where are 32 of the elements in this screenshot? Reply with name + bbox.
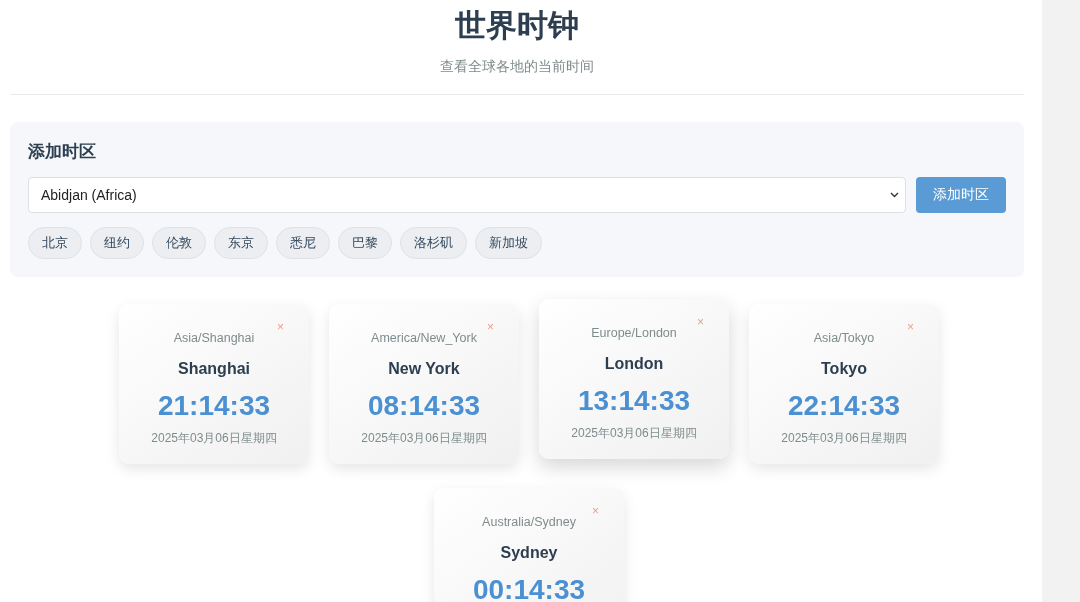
clock-date: 2025年03月06日星期四: [571, 425, 697, 442]
city-chip[interactable]: 新加坡: [475, 227, 542, 259]
page-subtitle: 查看全球各地的当前时间: [440, 58, 594, 76]
clock-date: 2025年03月06日星期四: [361, 430, 487, 447]
city-name: New York: [388, 360, 460, 378]
city-chip[interactable]: 伦敦: [152, 227, 206, 259]
city-chip[interactable]: 纽约: [90, 227, 144, 259]
timezone-select[interactable]: Abidjan (Africa): [28, 177, 906, 213]
clock-time: 13:14:33: [577, 385, 691, 417]
page-title: 世界时钟: [455, 7, 579, 45]
chevron-down-icon: [890, 192, 899, 198]
clock-time: 00:14:33: [472, 574, 586, 602]
city-name: Sydney: [500, 544, 558, 562]
clock-time: 08:14:33: [367, 390, 481, 422]
timezone-label: Europe/London: [591, 326, 677, 340]
city-chip[interactable]: 东京: [214, 227, 268, 259]
clock-time: 22:14:33: [787, 390, 901, 422]
city-chip[interactable]: 洛杉矶: [400, 227, 467, 259]
panel-title: 添加时区: [28, 141, 97, 163]
clock-date: 2025年03月06日星期四: [151, 430, 277, 447]
clock-time: 21:14:33: [157, 390, 271, 422]
city-name: Tokyo: [821, 360, 867, 378]
city-chip[interactable]: 悉尼: [276, 227, 330, 259]
city-chip[interactable]: 北京: [28, 227, 82, 259]
city-name: Shanghai: [178, 360, 250, 378]
timezone-label: Asia/Shanghai: [173, 331, 255, 345]
city-chip[interactable]: 巴黎: [338, 227, 392, 259]
clock-date: 2025年03月06日星期四: [781, 430, 907, 447]
timezone-label: Asia/Tokyo: [813, 331, 875, 345]
timezone-label: America/New_York: [371, 331, 477, 345]
city-name: London: [604, 355, 664, 373]
timezone-label: Australia/Sydney: [482, 515, 576, 529]
